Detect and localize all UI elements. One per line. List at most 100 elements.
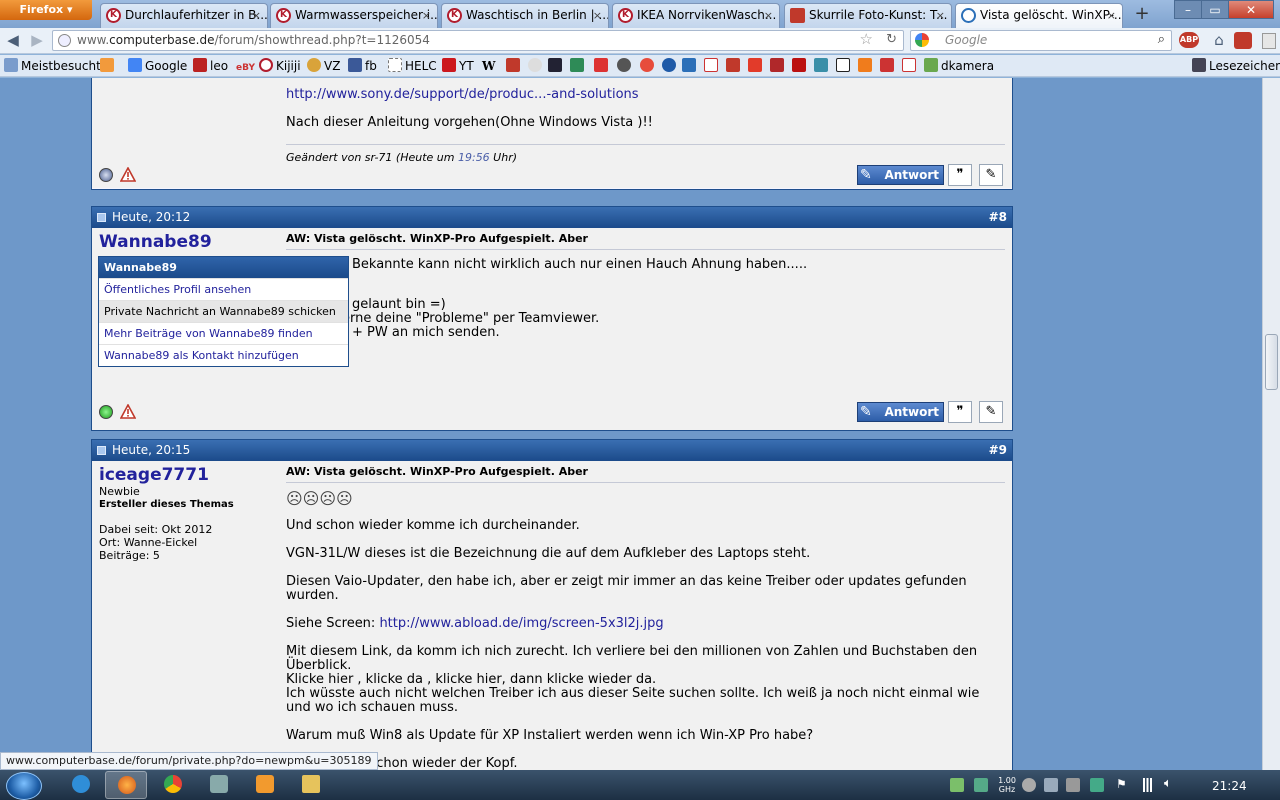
- search-icon[interactable]: ⌕: [1158, 30, 1165, 49]
- forward-arrow-icon[interactable]: ▶: [26, 31, 48, 51]
- reload-icon[interactable]: ↻: [886, 30, 897, 49]
- tray-gear-icon[interactable]: [1022, 778, 1036, 792]
- tray-monitor-icon[interactable]: [1044, 778, 1058, 792]
- taskbar-chrome[interactable]: [152, 771, 194, 799]
- close-window-button[interactable]: ✕: [1228, 0, 1274, 19]
- post-number[interactable]: #8: [989, 207, 1007, 228]
- bookmark-kijiji[interactable]: Kijiji: [259, 58, 301, 74]
- bookmark-menu[interactable]: Lesezeichen: [1192, 58, 1280, 74]
- tab-close-icon[interactable]: ×: [422, 4, 431, 27]
- bookmark-vz[interactable]: VZ: [307, 58, 340, 74]
- bookmark-face[interactable]: [640, 58, 657, 74]
- signal-icon[interactable]: [1140, 778, 1154, 792]
- edit-button[interactable]: ✎: [979, 164, 1003, 186]
- search-input[interactable]: Google ⌕: [910, 30, 1172, 51]
- bookmark-n[interactable]: [836, 58, 853, 74]
- bookmark-fb[interactable]: fb: [348, 58, 377, 74]
- tab-durchlauferhitzer[interactable]: K Durchlauferhitzer in B... ×: [100, 3, 268, 28]
- report-warning-icon[interactable]: [120, 404, 136, 419]
- back-arrow-icon[interactable]: ◀: [2, 31, 24, 51]
- url-bar[interactable]: www.computerbase.de/forum/showthread.php…: [52, 30, 904, 51]
- bookmark-h[interactable]: [594, 58, 611, 74]
- tray-app-icon[interactable]: [1066, 778, 1080, 792]
- bookmark-green[interactable]: [570, 58, 587, 74]
- addon-icon[interactable]: [1234, 32, 1252, 49]
- adblock-icon[interactable]: ABP: [1179, 32, 1199, 48]
- menu-item-find-posts[interactable]: Mehr Beiträge von Wannabe89 finden: [99, 322, 348, 344]
- tray-app-icon[interactable]: [1090, 778, 1104, 792]
- quote-button[interactable]: ❞: [948, 164, 972, 186]
- bookmark-chip[interactable]: [617, 58, 634, 74]
- maximize-button[interactable]: ▭: [1201, 0, 1229, 19]
- bookmark-meistbesucht[interactable]: Meistbesucht: [4, 58, 101, 74]
- taskbar-explorer[interactable]: [290, 771, 332, 799]
- post-greeting: Gruß: [286, 354, 1005, 368]
- bookmark-z[interactable]: [726, 58, 743, 74]
- screenshot-link[interactable]: http://www.abload.de/img/screen-5x3l2j.j…: [379, 616, 663, 631]
- bookmark-helc[interactable]: HELC: [388, 58, 437, 74]
- image-favicon-icon: [790, 8, 805, 23]
- tab-close-icon[interactable]: ×: [1107, 4, 1116, 27]
- bookmark-spon[interactable]: [792, 58, 809, 74]
- flag-icon[interactable]: ⚑: [1116, 777, 1130, 791]
- tab-close-icon[interactable]: ×: [252, 4, 261, 27]
- bookmark-dkamera[interactable]: dkamera: [924, 58, 994, 74]
- reply-button[interactable]: ✎ Antwort: [857, 402, 944, 422]
- tab-waschtisch[interactable]: K Waschtisch in Berlin | ... ×: [441, 3, 609, 28]
- taskbar-app-4[interactable]: [198, 771, 240, 799]
- user-post-count: Beiträge: 5: [99, 549, 160, 562]
- bookmark-rss[interactable]: [100, 58, 116, 74]
- bookmark-teal[interactable]: [814, 58, 831, 74]
- bookmark-star-icon[interactable]: ☆: [860, 30, 873, 49]
- reply-button[interactable]: ✎ Antwort: [857, 165, 944, 185]
- bookmark-ebay[interactable]: eBY: [236, 58, 255, 74]
- menu-item-view-profile[interactable]: Öffentliches Profil ansehen: [99, 278, 348, 300]
- bookmark-at[interactable]: [528, 58, 545, 74]
- bookmark-red-3[interactable]: [770, 58, 787, 74]
- tab-vista-geloescht[interactable]: Vista gelöscht. WinXP-... ×: [955, 3, 1123, 29]
- edit-button[interactable]: ✎: [979, 401, 1003, 423]
- bookmark-google[interactable]: Google: [128, 58, 187, 74]
- taskbar-firefox[interactable]: [105, 771, 147, 799]
- home-icon[interactable]: ⌂: [1208, 31, 1230, 51]
- bookmark-it[interactable]: [682, 58, 699, 74]
- taskbar-ie[interactable]: [60, 771, 102, 799]
- bookmark-yt[interactable]: YT: [442, 58, 474, 74]
- firefox-menu-button[interactable]: Firefox ▾: [0, 0, 92, 20]
- bookmark-flag[interactable]: [880, 58, 897, 74]
- bookmark-bz[interactable]: [902, 58, 919, 74]
- quote-button[interactable]: ❞: [948, 401, 972, 423]
- bookmark-a[interactable]: [704, 58, 721, 74]
- tab-close-icon[interactable]: ×: [593, 4, 602, 27]
- bookmark-wikipedia[interactable]: W: [482, 58, 498, 74]
- tray-network-icon[interactable]: [950, 778, 964, 792]
- username-link[interactable]: iceage7771: [99, 465, 275, 485]
- bookmark-red-2[interactable]: [748, 58, 765, 74]
- bookmark-red-1[interactable]: [506, 58, 523, 74]
- bookmark-orange[interactable]: [858, 58, 875, 74]
- bookmark-dark[interactable]: [548, 58, 565, 74]
- menu-icon[interactable]: [1262, 33, 1276, 49]
- username-link[interactable]: Wannabe89: [99, 232, 275, 252]
- menu-item-add-contact[interactable]: Wannabe89 als Kontakt hinzufügen: [99, 344, 348, 366]
- sony-support-link[interactable]: http://www.sony.de/support/de/produc...-…: [286, 87, 639, 102]
- tab-close-icon[interactable]: ×: [936, 4, 945, 27]
- bookmark-blue-round[interactable]: [662, 58, 679, 74]
- taskbar-clock[interactable]: 21:24: [1212, 779, 1247, 793]
- scrollbar-thumb[interactable]: [1265, 334, 1278, 390]
- tab-warmwasserspeicher[interactable]: K Warmwasserspeicher i... ×: [270, 3, 438, 28]
- volume-icon[interactable]: 🔈︎: [1164, 776, 1178, 791]
- tray-security-icon[interactable]: [974, 778, 988, 792]
- report-warning-icon[interactable]: [120, 167, 136, 182]
- start-button[interactable]: [6, 772, 42, 800]
- taskbar-media[interactable]: [244, 771, 286, 799]
- bookmark-leo[interactable]: leo: [193, 58, 228, 74]
- tab-ikea[interactable]: K IKEA NorrvikenWasch... ×: [612, 3, 780, 28]
- page-scrollbar[interactable]: [1262, 78, 1280, 770]
- minimize-button[interactable]: –: [1174, 0, 1202, 19]
- new-tab-button[interactable]: +: [1130, 4, 1154, 26]
- menu-item-send-pm[interactable]: Private Nachricht an Wannabe89 schicken: [99, 300, 348, 322]
- post-number[interactable]: #9: [989, 440, 1007, 461]
- tab-foto-kunst[interactable]: Skurrile Foto-Kunst: T... ×: [784, 3, 952, 28]
- tab-close-icon[interactable]: ×: [764, 4, 773, 27]
